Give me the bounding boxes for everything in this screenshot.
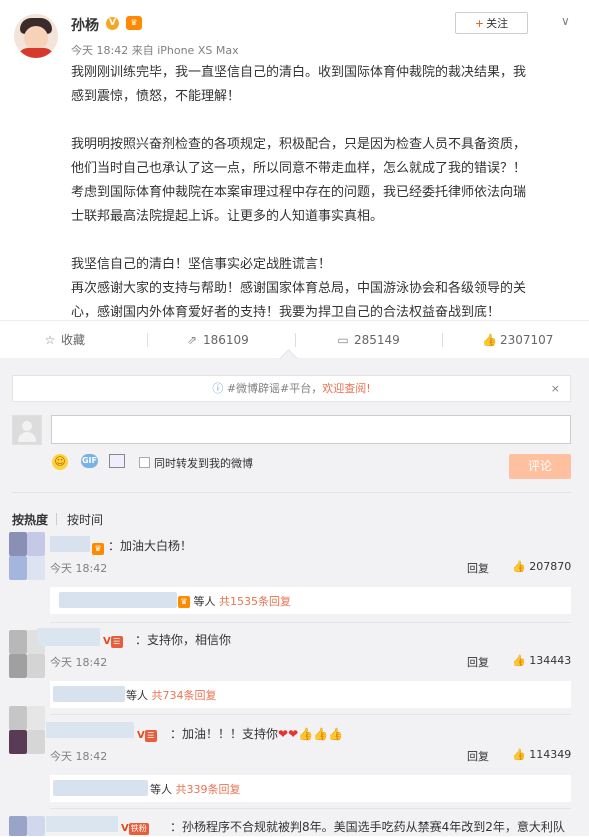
action-bar: ☆ 收藏 ⇗ 186109 ▭ 285149 👍 2307107 — [0, 320, 589, 359]
comment-count: 285149 — [354, 333, 400, 347]
comment-like-count: 207870 — [529, 560, 572, 573]
verified-tag-icon: V ☰ — [103, 631, 123, 650]
sort-by-hot[interactable]: 按热度 — [12, 511, 48, 528]
comment-like-button[interactable]: 👍 134443 — [512, 654, 571, 667]
comment-like-count: 134443 — [529, 654, 572, 667]
post-meta: 今天 18:42 来自 iPhone XS Max — [71, 42, 239, 58]
sub-replies-text: 等人 共734条回复 — [126, 689, 217, 702]
image-icon[interactable] — [109, 454, 125, 468]
gif-icon[interactable]: GIF — [81, 454, 98, 468]
post-line: 我坚信自己的清白！坚信事实必定战胜谎言！ — [71, 257, 332, 272]
sub-replies-text: 等人 共339条回复 — [150, 783, 241, 796]
plus-icon: + — [474, 17, 485, 30]
post-source: 来自 iPhone XS Max — [131, 44, 239, 57]
comment-time: 今天 18:42 — [50, 562, 108, 575]
thumbs-up-icon: 👍 — [512, 654, 526, 667]
comment-time: 今天 18:42 — [50, 656, 108, 669]
comment-like-button[interactable]: 👍 207870 — [512, 560, 571, 573]
post-line: 再次感谢大家的支持与帮助！感谢国家体育总局，中国游泳协会和各级领导的关 — [71, 281, 527, 296]
emoji-icon[interactable]: ☺ — [52, 454, 68, 470]
post-line: 他们当时自己也承认了这一点，所以同意不带走血样，怎么就成了我的错误？！ — [71, 161, 527, 176]
repost-checkbox-label[interactable]: 同时转发到我的微博 — [154, 455, 253, 471]
more-replies-link[interactable]: 共1535条回复 — [219, 595, 291, 608]
comment-text: ：孙杨程序不合规就被判8年。美国选手吃药从禁赛4年改到2年，意大利队 — [170, 820, 565, 834]
repost-count: 186109 — [203, 333, 249, 347]
close-icon[interactable]: × — [551, 376, 560, 401]
comment-like-button[interactable]: 👍 114349 — [512, 748, 571, 761]
commenter-avatar[interactable] — [9, 816, 45, 836]
sub-replies-text: ♛ 等人 共1535条回复 — [178, 593, 291, 609]
verified-tag-icon: V 铁粉 — [121, 822, 149, 835]
comment-button[interactable]: ▭ 285149 — [336, 331, 400, 349]
notice-text[interactable]: #微博辟谣#平台 — [227, 382, 311, 395]
member-crown-icon: ♛ — [126, 16, 142, 30]
follow-button[interactable]: + 关注 — [455, 12, 528, 34]
commenter-avatar[interactable] — [9, 532, 45, 580]
member-crown-icon: ♛ — [92, 538, 104, 557]
commenter-name[interactable] — [46, 722, 134, 738]
repost-button[interactable]: ⇗ 186109 — [185, 331, 249, 349]
commenter-avatar[interactable] — [9, 706, 45, 754]
sub-replies: 等人 共734条回复 — [50, 681, 571, 708]
like-button[interactable]: 👍 2307107 — [482, 331, 553, 349]
reply-button[interactable]: 回复 — [467, 654, 489, 670]
comment-divider — [50, 714, 571, 715]
post-line: 感到震惊，愤怒，不能理解！ — [71, 89, 241, 104]
notice-separator: ， — [311, 382, 323, 395]
comment-divider — [50, 622, 571, 623]
star-icon: ☆ — [44, 333, 56, 347]
favorite-label: 收藏 — [61, 333, 86, 347]
my-avatar — [12, 415, 42, 445]
repost-checkbox[interactable] — [139, 457, 150, 468]
more-replies-link[interactable]: 共734条回复 — [152, 689, 217, 702]
more-replies-link[interactable]: 共339条回复 — [176, 783, 241, 796]
post-line: 考虑到国际体育仲裁院在本案审理过程中存在的问题，我已经委托律师依法向瑞 — [71, 185, 527, 200]
author-avatar[interactable] — [14, 14, 58, 58]
post-line: 我刚刚训练完毕，我一直坚信自己的清白。收到国际体育仲裁院的裁决结果，我 — [71, 65, 527, 80]
comment-input[interactable] — [51, 415, 571, 444]
like-count: 2307107 — [500, 333, 554, 347]
sub-replies: 等人 共339条回复 — [50, 775, 571, 802]
verified-icon: V — [106, 17, 119, 30]
notice-link[interactable]: 欢迎查阅! — [322, 382, 370, 395]
submit-comment-button[interactable]: 评论 — [509, 454, 571, 479]
comment-divider — [50, 808, 571, 809]
favorite-button[interactable]: ☆ 收藏 — [43, 331, 85, 349]
reply-button[interactable]: 回复 — [467, 748, 489, 764]
comment-text: ：支持你，相信你 — [135, 633, 232, 647]
chevron-down-icon[interactable]: ∨ — [561, 14, 570, 28]
commenter-name[interactable] — [46, 816, 118, 832]
reply-button[interactable]: 回复 — [467, 560, 489, 576]
rumor-notice: ⓘ #微博辟谣#平台，欢迎查阅! × — [12, 375, 571, 402]
commenter-name[interactable] — [38, 628, 100, 646]
sub-replies: ♛ 等人 共1535条回复 — [50, 587, 571, 614]
heart-emoji-icon: ❤❤ — [278, 727, 299, 741]
info-icon: ⓘ — [212, 382, 224, 395]
thumbs-up-icon: 👍 — [512, 560, 526, 573]
divider — [12, 492, 571, 493]
comment-text: ：加油！！！支持你❤❤👍👍👍 — [170, 725, 343, 742]
comment-icon: ▭ — [337, 333, 349, 347]
repost-icon: ⇗ — [186, 333, 198, 347]
sort-by-time[interactable]: 按时间 — [67, 511, 103, 528]
commenter-name[interactable] — [50, 536, 90, 552]
comment-text: ：加油大白杨！ — [108, 539, 193, 553]
comment-like-count: 114349 — [529, 748, 572, 761]
comment-text-content: ：加油！！！支持你 — [170, 727, 279, 741]
post-line: 士联邦最高法院提起上诉。让更多的人知道事实真相。 — [71, 209, 384, 224]
post-body: 我刚刚训练完毕，我一直坚信自己的清白。收到国际体育仲裁院的裁决结果，我 感到震惊… — [71, 61, 571, 325]
post-line: 我明明按照兴奋剂检查的各项规定，积极配合，只是因为检查人员不具备资质， — [71, 137, 527, 152]
sort-divider — [56, 513, 57, 525]
thumbs-up-icon: 👍 — [482, 333, 497, 347]
verified-tag-icon: V ☰ — [137, 725, 157, 744]
thumbs-up-emoji-icon: 👍👍👍 — [298, 727, 343, 741]
follow-label: 关注 — [486, 17, 509, 30]
author-name[interactable]: 孙杨 — [71, 15, 99, 35]
comment-time: 今天 18:42 — [50, 750, 108, 763]
thumbs-up-icon: 👍 — [512, 748, 526, 761]
post-time[interactable]: 今天 18:42 — [71, 44, 128, 57]
